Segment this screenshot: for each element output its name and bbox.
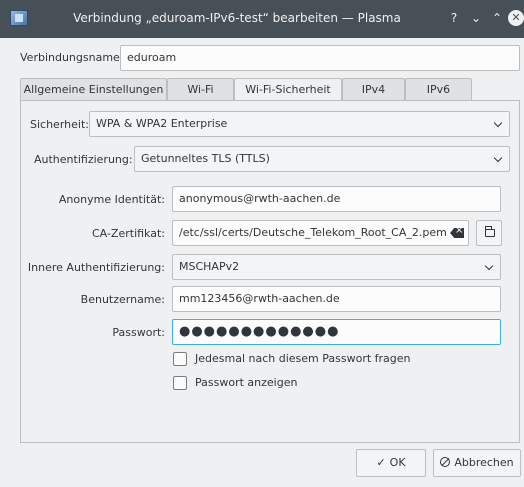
ca-cert-label: CA-Zertifikat: [92, 227, 165, 240]
connection-name-label: Verbindungsname: [20, 51, 124, 64]
anon-identity-label: Anonyme Identität: [58, 193, 165, 206]
close-icon[interactable]: ✕ [508, 10, 524, 26]
username-input[interactable]: mm123456@rwth-aachen.de [172, 286, 501, 312]
chevron-down-icon [493, 153, 503, 163]
security-select[interactable]: WPA & WPA2 Enterprise [89, 111, 510, 137]
window-title: Verbindung „eduroam-IPv6-test“ bearbeite… [73, 11, 401, 25]
check-icon: ✓ [376, 456, 386, 469]
auth-label: Authentifizierung: [34, 153, 133, 166]
maximize-icon[interactable]: ⌃ [489, 10, 505, 26]
security-value: WPA & WPA2 Enterprise [96, 117, 228, 130]
show-password-label: Passwort anzeigen [195, 376, 298, 389]
app-icon [10, 10, 28, 26]
ca-cert-input[interactable]: /etc/ssl/certs/Deutsche_Telekom_Root_CA_… [172, 220, 469, 246]
tab-wifi[interactable]: Wi-Fi [167, 78, 234, 100]
help-icon[interactable]: ? [446, 10, 462, 26]
minimize-icon[interactable]: ⌄ [468, 10, 484, 26]
tab-wifi-security[interactable]: Wi-Fi-Sicherheit [234, 78, 342, 101]
username-label: Benutzername: [80, 293, 165, 306]
inner-auth-label: Innere Authentifizierung: [27, 261, 165, 274]
security-label: Sicherheit: [30, 118, 89, 131]
chevron-down-icon [484, 261, 494, 271]
tab-ipv4[interactable]: IPv4 [342, 78, 405, 100]
ok-label: OK [389, 456, 406, 469]
cancel-button[interactable]: Abbrechen [433, 449, 521, 477]
auth-select[interactable]: Getunneltes TLS (TTLS) [134, 146, 510, 172]
inner-auth-select[interactable]: MSCHAPv2 [172, 254, 501, 280]
ca-cert-value: /etc/ssl/certs/Deutsche_Telekom_Root_CA_… [179, 226, 447, 239]
ask-password-label: Jedesmal nach diesem Passwort fragen [195, 352, 411, 365]
cancel-label: Abbrechen [454, 456, 514, 469]
password-input[interactable]: ●●●●●●●●●●●●● [172, 319, 501, 345]
auth-value: Getunneltes TLS (TTLS) [141, 152, 270, 165]
folder-icon [484, 226, 495, 237]
ask-password-checkbox[interactable] [173, 352, 187, 366]
tab-ipv6[interactable]: IPv6 [405, 78, 472, 100]
tab-general[interactable]: Allgemeine Einstellungen [20, 78, 167, 100]
inner-auth-value: MSCHAPv2 [179, 260, 240, 273]
show-password-checkbox[interactable] [173, 376, 187, 390]
browse-file-button[interactable] [476, 220, 502, 246]
anon-identity-input[interactable]: anonymous@rwth-aachen.de [172, 186, 501, 212]
connection-name-input[interactable]: eduroam [120, 45, 520, 71]
cancel-icon [440, 457, 451, 467]
ok-button[interactable]: ✓ OK [356, 449, 426, 477]
chevron-down-icon [493, 118, 503, 128]
title-bar: Verbindung „eduroam-IPv6-test“ bearbeite… [0, 0, 524, 38]
password-label: Passwort: [112, 326, 165, 339]
